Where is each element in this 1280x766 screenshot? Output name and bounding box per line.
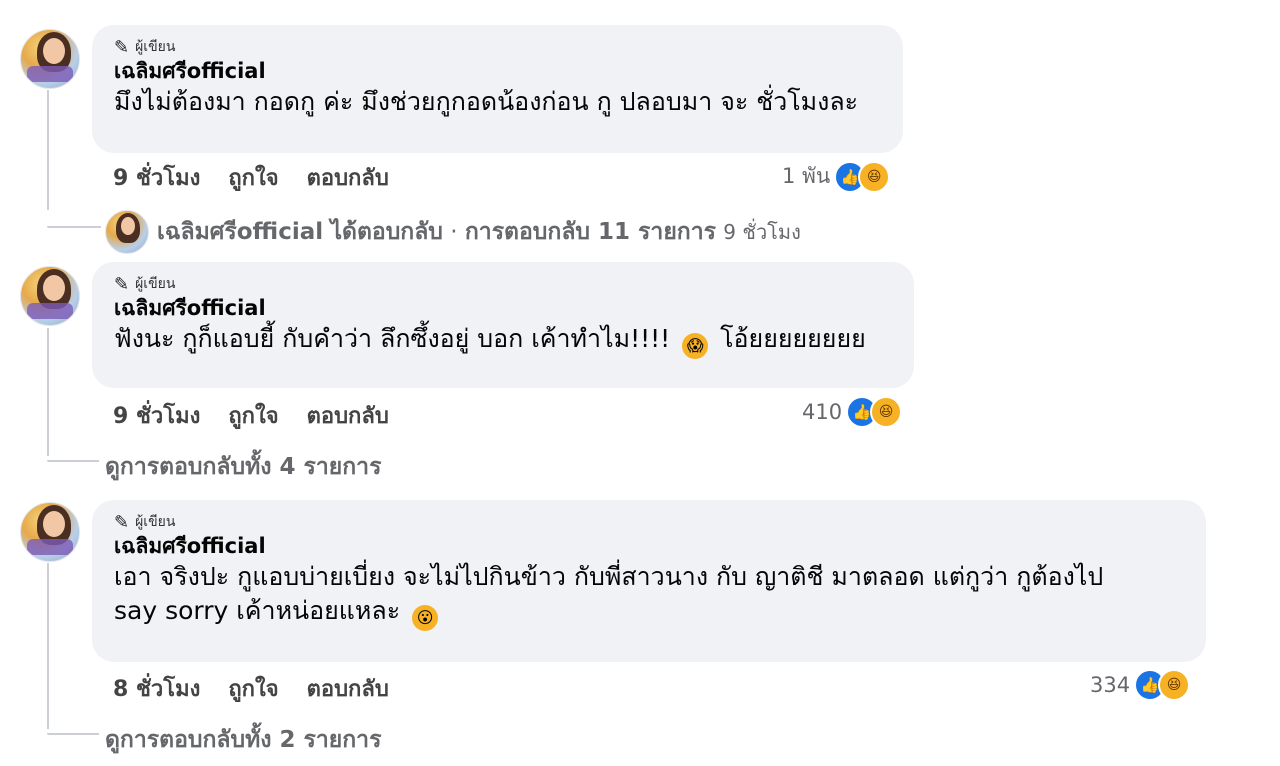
reaction-count: 1 พัน [782,164,831,188]
comment-author[interactable]: เฉลิมศรีofficial [114,532,1184,560]
thread-line [47,90,49,210]
comment-actions: 9 ชั่วโมง ถูกใจ ตอบกลับ [113,398,389,433]
reply-button[interactable]: ตอบกลับ [307,398,389,433]
author-badge-label: ผู้เขียน [135,39,176,55]
comment-actions: 8 ชั่วโมง ถูกใจ ตอบกลับ [113,671,389,706]
reply-time: 9 ชั่วโมง [723,220,801,244]
reply-author: เฉลิมศรีofficial [157,219,324,245]
reply-count: การตอบกลับ 11 รายการ [464,219,716,245]
author-badge: ✎ ผู้เขียน [114,273,892,295]
reply-action: ได้ตอบกลับ [330,219,443,245]
reply-avatar [105,210,149,254]
reaction-count: 410 [802,400,843,424]
comment-actions: 9 ชั่วโมง ถูกใจ ตอบกลับ [113,160,389,195]
reply-separator: · [450,219,458,245]
comment-text-part: โอ้ยยยยยยยย [720,324,866,353]
pen-icon: ✎ [114,36,130,58]
replies-summary[interactable]: เฉลิมศรีofficial ได้ตอบกลับ · การตอบกลับ… [105,210,801,254]
author-badge-label: ผู้เขียน [135,514,176,530]
thread-connector [47,460,99,462]
view-replies-link[interactable]: ดูการตอบกลับทั้ง 2 รายการ [105,722,381,758]
comment-text-line1: เอา จริงปะ กูแอบบ่ายเบี่ยง จะไม่ไปกินข้า… [114,562,1104,591]
reaction-summary[interactable]: 334 👍 😆 [1090,669,1191,701]
reaction-summary[interactable]: 410 👍 😆 [802,396,903,428]
comment-bubble: ✎ ผู้เขียน เฉลิมศรีofficial เอา จริงปะ ก… [92,500,1206,662]
author-avatar[interactable] [20,266,80,326]
reaction-count: 334 [1090,673,1131,697]
comment-text-line2: say sorry เค้าหน่อยแหละ 😮 [114,594,1184,631]
comment-bubble: ✎ ผู้เขียน เฉลิมศรีofficial ฟังนะ กูก็แอ… [92,262,914,388]
author-badge: ✎ ผู้เขียน [114,511,1184,533]
view-replies-label: ดูการตอบกลับทั้ง 4 รายการ [105,454,382,480]
author-badge-label: ผู้เขียน [135,276,176,292]
like-button[interactable]: ถูกใจ [228,671,278,706]
comment-author[interactable]: เฉลิมศรีofficial [114,57,881,85]
reply-button[interactable]: ตอบกลับ [307,160,389,195]
comment-text: ฟังนะ กูก็แอบยี้ กับคำว่า ลึกซึ้งอยู่ บอ… [114,322,892,359]
haha-icon: 😆 [1158,669,1191,701]
reply-button[interactable]: ตอบกลับ [307,671,389,706]
surprised-emoji-icon: 😮 [412,605,439,631]
comment-text: มึงไม่ต้องมา กอดกู ค่ะ มึงช่วยกูกอดน้องก… [114,87,859,116]
comment-time[interactable]: 9 ชั่วโมง [113,398,200,433]
view-replies-link[interactable]: ดูการตอบกลับทั้ง 4 รายการ [105,449,381,485]
comment-bubble: ✎ ผู้เขียน เฉลิมศรีofficial มึงไม่ต้องมา… [92,25,903,153]
pen-icon: ✎ [114,511,130,533]
thread-connector [47,733,99,735]
shocked-emoji-icon: 😱 [682,333,709,359]
pen-icon: ✎ [114,273,130,295]
like-button[interactable]: ถูกใจ [228,160,278,195]
author-avatar[interactable] [20,29,80,89]
thread-connector [47,226,101,228]
comment-time[interactable]: 9 ชั่วโมง [113,160,200,195]
thread-line [47,563,49,729]
comment-time[interactable]: 8 ชั่วโมง [113,671,200,706]
haha-icon: 😆 [858,160,891,193]
reaction-summary[interactable]: 1 พัน 👍 😆 [782,160,891,193]
thread-line [47,328,49,456]
comment-text-part: say sorry เค้าหน่อยแหละ [114,596,401,625]
like-button[interactable]: ถูกใจ [228,398,278,433]
comment-text-part: ฟังนะ กูก็แอบยี้ กับคำว่า ลึกซึ้งอยู่ บอ… [114,324,671,353]
author-badge: ✎ ผู้เขียน [114,36,881,58]
author-avatar[interactable] [20,502,80,562]
view-replies-label: ดูการตอบกลับทั้ง 2 รายการ [105,727,382,753]
comment-author[interactable]: เฉลิมศรีofficial [114,294,892,322]
haha-icon: 😆 [870,396,903,428]
